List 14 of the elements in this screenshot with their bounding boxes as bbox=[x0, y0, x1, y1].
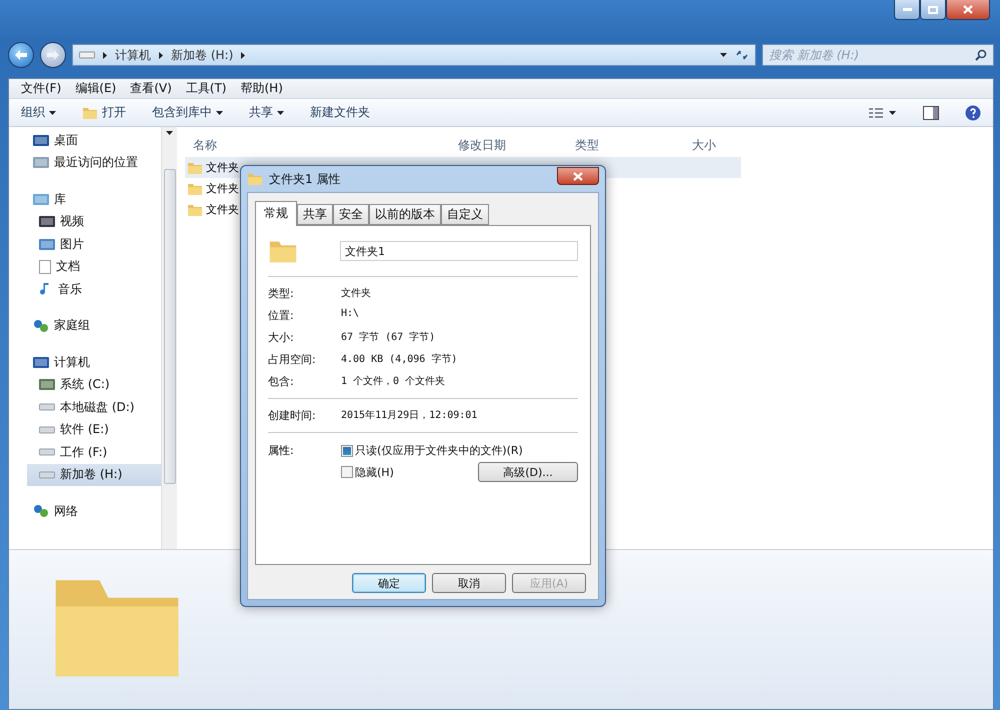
property-label: 大小: bbox=[268, 330, 295, 345]
property-value: 1 个文件，0 个文件夹 bbox=[341, 374, 446, 389]
property-label: 占用空间: bbox=[268, 352, 317, 367]
property-label: 包含: bbox=[268, 374, 295, 389]
property-value: 67 字节 (67 字节) bbox=[341, 330, 436, 345]
property-value: 2015年11月29日，12:09:01 bbox=[341, 409, 478, 423]
property-value: 4.00 KB (4,096 字节) bbox=[341, 352, 458, 367]
property-label: 类型: bbox=[268, 286, 295, 301]
property-label: 属性: bbox=[268, 443, 295, 459]
dialog-title: 文件夹1 属性 bbox=[269, 170, 342, 188]
property-label: 位置: bbox=[268, 308, 295, 323]
property-value: 文件夹 bbox=[341, 286, 372, 301]
property-label: 创建时间: bbox=[268, 408, 317, 423]
property-value: H:\ bbox=[341, 308, 360, 321]
